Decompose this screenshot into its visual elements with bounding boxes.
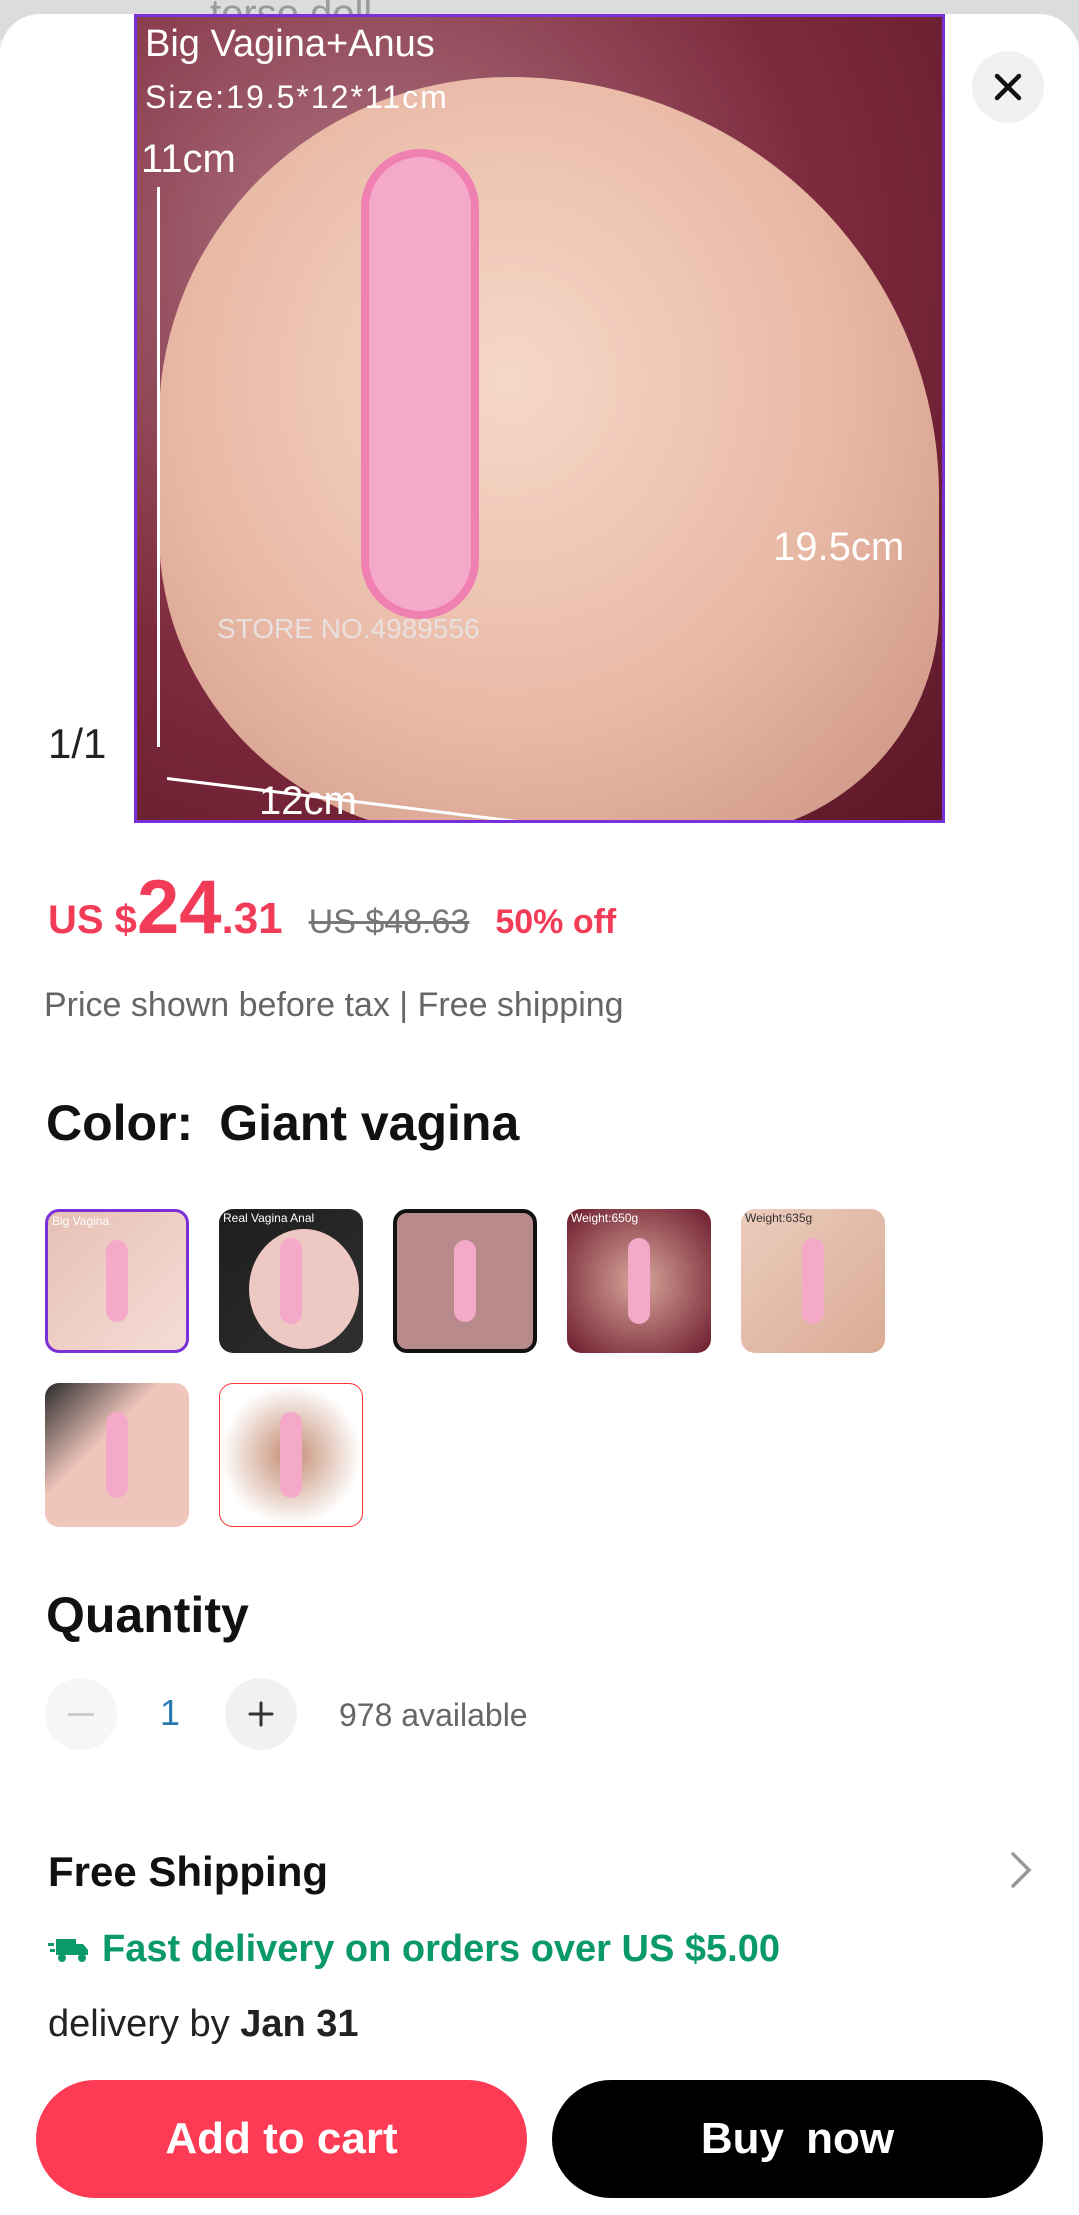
close-icon	[994, 73, 1022, 101]
color-label: Color:	[46, 1095, 194, 1151]
price-row: US $ 24 .31 US $48.63 50% off	[48, 864, 616, 951]
censor-mark	[280, 1412, 302, 1498]
image-size-text: Size:19.5*12*11cm	[145, 79, 449, 115]
product-photo-body	[159, 77, 939, 820]
discount-badge: 50% off	[495, 903, 617, 941]
thumb-text: Weight:650g	[571, 1211, 639, 1225]
dimension-line	[157, 187, 160, 747]
shipping-title[interactable]: Free Shipping	[48, 1848, 328, 1896]
thumb-text: Weight:635g	[745, 1211, 813, 1225]
image-title-text: Big Vagina+Anus	[145, 23, 435, 65]
quantity-increase-button[interactable]	[225, 1678, 297, 1750]
thumb-photo	[249, 1229, 359, 1349]
delivery-prefix: delivery by	[48, 2003, 241, 2045]
color-selected-value: Giant vagina	[219, 1095, 520, 1151]
color-option-2[interactable]: Real Vagina Anal	[219, 1209, 363, 1353]
delivery-date-row: delivery by Jan 31	[48, 2003, 359, 2046]
color-option-3-selected[interactable]	[393, 1209, 537, 1353]
product-image[interactable]: Big Vagina+Anus Size:19.5*12*11cm 11cm 1…	[134, 14, 945, 823]
thumb-text: Big Vagina	[52, 1214, 110, 1228]
truck-icon	[48, 1938, 88, 1962]
censor-mark	[802, 1237, 824, 1325]
image-dimension-195: 19.5cm	[773, 525, 905, 569]
image-dimension-11: 11cm	[141, 137, 236, 181]
image-dimension-12: 12cm	[259, 779, 357, 823]
close-button[interactable]	[972, 51, 1044, 123]
fast-delivery-text: Fast delivery on orders over US $5.00	[102, 1928, 780, 1970]
price-currency: US $	[48, 898, 137, 942]
censor-mark	[280, 1237, 302, 1325]
quantity-label: Quantity	[46, 1587, 249, 1643]
price-note: Price shown before tax | Free shipping	[44, 986, 624, 1024]
color-option-7[interactable]	[219, 1383, 363, 1527]
censor-mark	[361, 149, 479, 619]
quantity-decrease-button[interactable]	[45, 1678, 117, 1750]
color-option-1[interactable]: Big Vagina	[45, 1209, 189, 1353]
quantity-value[interactable]: 1	[160, 1692, 180, 1734]
stock-available: 978 available	[339, 1697, 528, 1733]
color-option-4[interactable]: Weight:650g	[567, 1209, 711, 1353]
image-store-watermark: STORE NO.4989556	[217, 613, 480, 644]
sku-bottom-sheet: Big Vagina+Anus Size:19.5*12*11cm 11cm 1…	[0, 14, 1079, 2215]
add-to-cart-button[interactable]: Add to cart	[36, 2080, 527, 2198]
chevron-right-icon[interactable]	[1008, 1850, 1034, 1890]
original-price: US $48.63	[308, 903, 470, 941]
delivery-date: Jan 31	[240, 2003, 359, 2045]
color-heading: Color: Giant vagina	[46, 1094, 519, 1152]
censor-mark	[628, 1237, 650, 1325]
price-decimal: .31	[221, 894, 283, 943]
color-option-5[interactable]: Weight:635g	[741, 1209, 885, 1353]
plus-icon	[248, 1701, 274, 1727]
censor-mark	[106, 1239, 128, 1323]
buy-now-button[interactable]: Buy now	[552, 2080, 1043, 2198]
image-counter: 1/1	[48, 720, 107, 767]
censor-mark	[454, 1240, 476, 1322]
thumb-text: Real Vagina Anal	[223, 1211, 315, 1225]
minus-icon	[68, 1712, 94, 1716]
censor-mark	[106, 1411, 128, 1499]
fast-delivery-row: Fast delivery on orders over US $5.00	[48, 1928, 780, 1971]
price-integer: 24	[136, 865, 222, 950]
color-option-6[interactable]	[45, 1383, 189, 1527]
